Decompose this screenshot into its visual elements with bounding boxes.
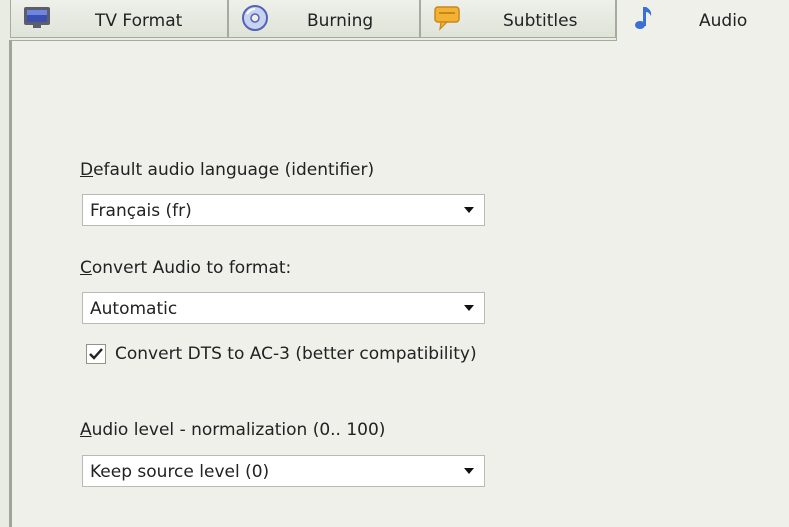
chevron-down-icon[interactable]: [454, 195, 484, 225]
audio-level-label: Audio level - normalization (0.. 100): [80, 420, 386, 440]
tv-monitor-icon: [23, 4, 51, 32]
tab-label: Audio: [699, 11, 748, 31]
default-audio-language-select[interactable]: Français (fr): [82, 194, 485, 226]
tab-tv-format[interactable]: TV Format: [10, 0, 228, 38]
convert-dts-checkbox[interactable]: [86, 344, 106, 364]
music-note-icon: [631, 4, 659, 32]
tab-label: Burning: [307, 11, 374, 31]
speech-bubble-icon: [433, 4, 461, 32]
tab-audio[interactable]: Audio: [616, 0, 789, 41]
convert-dts-row[interactable]: Convert DTS to AC-3 (better compatibilit…: [86, 341, 477, 367]
convert-format-label: Convert Audio to format:: [80, 258, 292, 278]
selected-value: Français (fr): [90, 201, 192, 221]
tab-bar: TV Format Burning Subtitles Audio: [0, 0, 789, 41]
tab-label: Subtitles: [503, 11, 578, 31]
selected-value: Automatic: [90, 299, 178, 319]
selected-value: Keep source level (0): [90, 462, 270, 482]
chevron-down-icon[interactable]: [454, 293, 484, 323]
audio-level-select[interactable]: Keep source level (0): [82, 455, 485, 487]
tab-burning[interactable]: Burning: [228, 0, 420, 38]
disc-icon: [241, 4, 269, 32]
audio-settings-panel: [9, 40, 789, 527]
tab-label: TV Format: [95, 11, 183, 31]
tab-subtitles[interactable]: Subtitles: [420, 0, 616, 38]
chevron-down-icon[interactable]: [454, 456, 484, 486]
default-audio-language-label: Default audio language (identifier): [80, 160, 375, 180]
convert-format-select[interactable]: Automatic: [82, 292, 485, 324]
convert-dts-label: Convert DTS to AC-3 (better compatibilit…: [115, 344, 477, 364]
